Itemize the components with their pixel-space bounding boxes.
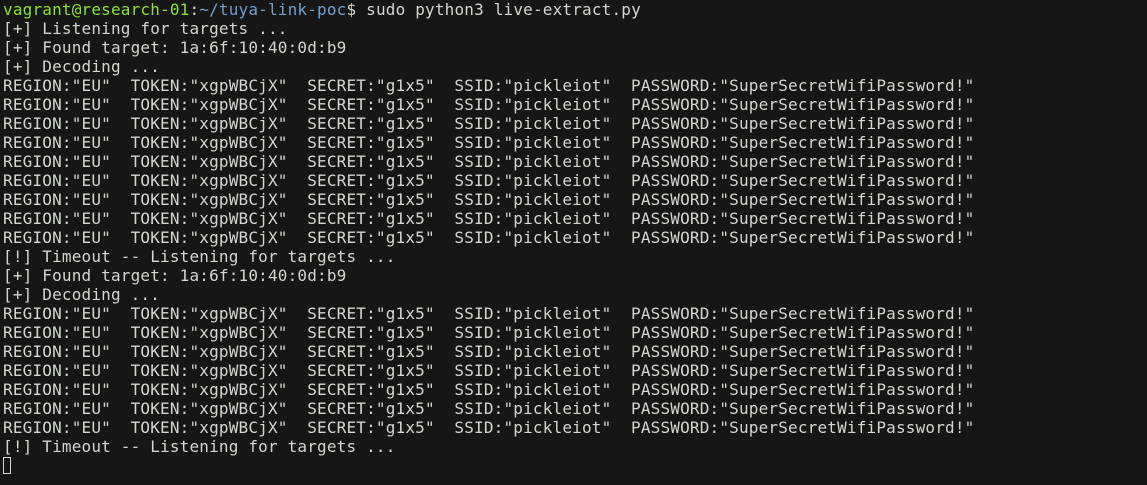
output-line: REGION:"EU" TOKEN:"xgpWBCjX" SECRET:"g1x… bbox=[3, 152, 975, 171]
output-line: REGION:"EU" TOKEN:"xgpWBCjX" SECRET:"g1x… bbox=[3, 380, 975, 399]
output-line: REGION:"EU" TOKEN:"xgpWBCjX" SECRET:"g1x… bbox=[3, 95, 975, 114]
output-line: [!] Timeout -- Listening for targets ... bbox=[3, 247, 396, 266]
input-line[interactable] bbox=[3, 456, 1147, 475]
prompt-path: ~/tuya-link-poc bbox=[199, 0, 347, 19]
prompt-line: vagrant@research-01:~/tuya-link-poc$ sud… bbox=[3, 0, 1147, 19]
output-line: [+] Listening for targets ... bbox=[3, 19, 288, 38]
prompt-user-host: vagrant@research-01 bbox=[3, 0, 190, 19]
block-cursor-icon bbox=[3, 457, 11, 474]
output-line: [+] Decoding ... bbox=[3, 57, 161, 76]
prompt-colon: : bbox=[189, 0, 200, 19]
output-line: REGION:"EU" TOKEN:"xgpWBCjX" SECRET:"g1x… bbox=[3, 418, 975, 437]
output-line: [+] Found target: 1a:6f:10:40:0d:b9 bbox=[3, 266, 347, 285]
prompt-symbol: $ bbox=[346, 0, 357, 19]
output-line: REGION:"EU" TOKEN:"xgpWBCjX" SECRET:"g1x… bbox=[3, 133, 975, 152]
output-line: REGION:"EU" TOKEN:"xgpWBCjX" SECRET:"g1x… bbox=[3, 399, 975, 418]
output-line: REGION:"EU" TOKEN:"xgpWBCjX" SECRET:"g1x… bbox=[3, 190, 975, 209]
output-line: REGION:"EU" TOKEN:"xgpWBCjX" SECRET:"g1x… bbox=[3, 304, 975, 323]
terminal-window[interactable]: vagrant@research-01:~/tuya-link-poc$ sud… bbox=[0, 0, 1147, 485]
output-line: [!] Timeout -- Listening for targets ... bbox=[3, 437, 396, 456]
output-line: [+] Found target: 1a:6f:10:40:0d:b9 bbox=[3, 38, 347, 57]
output-line: REGION:"EU" TOKEN:"xgpWBCjX" SECRET:"g1x… bbox=[3, 228, 975, 247]
output-line: REGION:"EU" TOKEN:"xgpWBCjX" SECRET:"g1x… bbox=[3, 342, 975, 361]
output-line: [+] Decoding ... bbox=[3, 285, 161, 304]
output-line: REGION:"EU" TOKEN:"xgpWBCjX" SECRET:"g1x… bbox=[3, 209, 975, 228]
command-text: sudo python3 live-extract.py bbox=[356, 0, 641, 19]
output-line: REGION:"EU" TOKEN:"xgpWBCjX" SECRET:"g1x… bbox=[3, 361, 975, 380]
output-line: REGION:"EU" TOKEN:"xgpWBCjX" SECRET:"g1x… bbox=[3, 76, 975, 95]
output-line: REGION:"EU" TOKEN:"xgpWBCjX" SECRET:"g1x… bbox=[3, 114, 975, 133]
output-line: REGION:"EU" TOKEN:"xgpWBCjX" SECRET:"g1x… bbox=[3, 171, 975, 190]
output-line: REGION:"EU" TOKEN:"xgpWBCjX" SECRET:"g1x… bbox=[3, 323, 975, 342]
